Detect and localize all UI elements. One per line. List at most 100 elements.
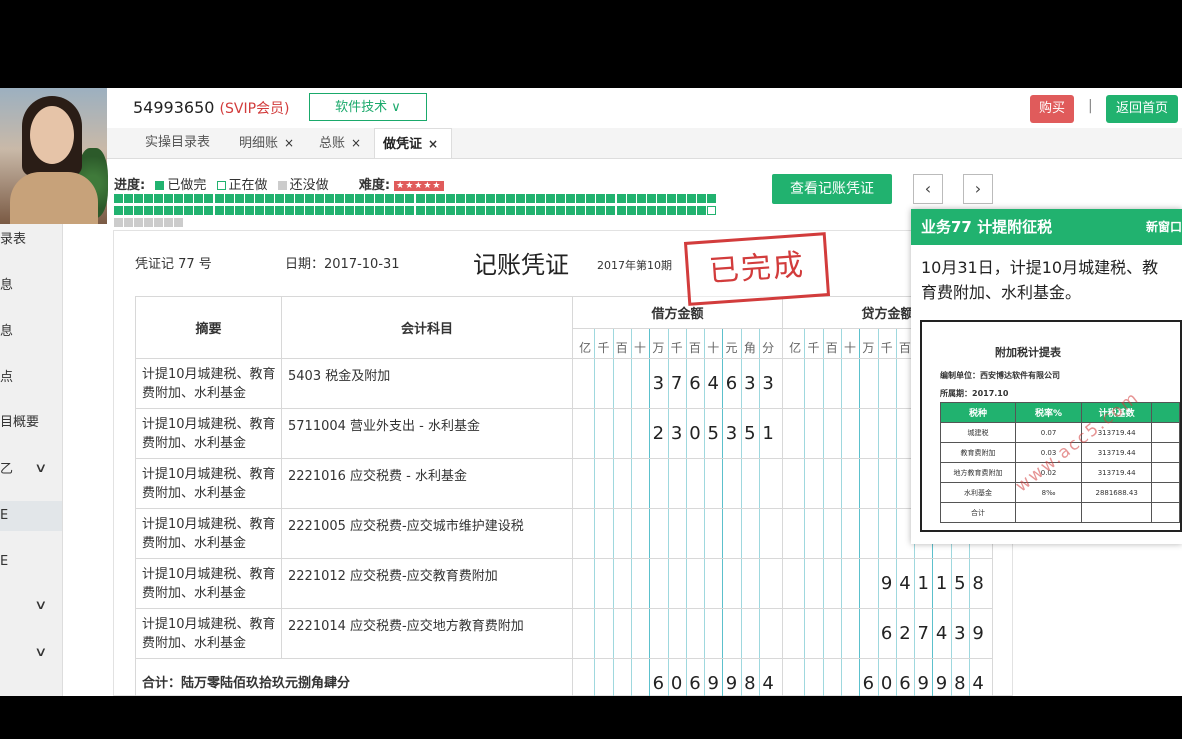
- progress-cell[interactable]: [495, 206, 505, 215]
- progress-cell[interactable]: [425, 194, 435, 203]
- row-summary[interactable]: 计提10月城建税、教育费附加、水利基金: [135, 608, 282, 659]
- progress-cell[interactable]: [294, 194, 304, 203]
- progress-cell[interactable]: [666, 206, 676, 215]
- progress-cell[interactable]: [365, 194, 375, 203]
- tab-detail-ledger[interactable]: 明细账 ×: [239, 128, 294, 158]
- progress-cell[interactable]: [636, 206, 646, 215]
- progress-cell[interactable]: [445, 194, 455, 203]
- progress-cell[interactable]: [304, 206, 314, 215]
- progress-cell[interactable]: [385, 194, 395, 203]
- progress-cell[interactable]: [495, 194, 505, 203]
- row-summary[interactable]: 计提10月城建税、教育费附加、水利基金: [135, 508, 282, 559]
- sidebar-item[interactable]: 目概要: [0, 408, 39, 438]
- progress-cell[interactable]: [174, 218, 184, 227]
- progress-cell[interactable]: [405, 206, 415, 215]
- progress-cell[interactable]: [124, 218, 134, 227]
- close-icon[interactable]: ×: [428, 137, 438, 151]
- progress-cell[interactable]: [315, 194, 324, 203]
- progress-cell[interactable]: [325, 206, 335, 215]
- row-debit[interactable]: [572, 458, 783, 509]
- progress-cell[interactable]: [646, 194, 656, 203]
- progress-cell[interactable]: [445, 206, 455, 215]
- progress-cell[interactable]: [656, 194, 666, 203]
- progress-cell[interactable]: [114, 206, 123, 215]
- progress-cell[interactable]: [566, 194, 576, 203]
- progress-cell[interactable]: [124, 206, 134, 215]
- row-summary[interactable]: 计提10月城建税、教育费附加、水利基金: [135, 358, 282, 409]
- progress-cell[interactable]: [274, 194, 284, 203]
- progress-cell[interactable]: [485, 194, 495, 203]
- progress-cell[interactable]: [114, 194, 123, 203]
- row-account[interactable]: 2221016 应交税费 - 水利基金: [281, 458, 573, 509]
- progress-cell[interactable]: [154, 194, 164, 203]
- chevron-down-icon[interactable]: ∨: [34, 461, 47, 476]
- progress-cell[interactable]: [505, 194, 515, 203]
- progress-cell[interactable]: [204, 206, 214, 215]
- software-tech-dropdown[interactable]: 软件技术 ∨: [309, 93, 427, 121]
- sidebar-item[interactable]: 录表: [0, 225, 26, 255]
- progress-cell[interactable]: [546, 206, 556, 215]
- progress-cell[interactable]: [516, 206, 525, 215]
- progress-cell[interactable]: [244, 206, 254, 215]
- progress-cell[interactable]: [144, 194, 154, 203]
- progress-cell[interactable]: [485, 206, 495, 215]
- progress-cell[interactable]: [144, 218, 154, 227]
- close-icon[interactable]: ×: [284, 136, 294, 150]
- progress-cell[interactable]: [234, 206, 244, 215]
- progress-cell[interactable]: [234, 194, 244, 203]
- progress-cell[interactable]: [706, 206, 716, 215]
- progress-cell[interactable]: [516, 194, 525, 203]
- row-account[interactable]: 2221012 应交税费-应交教育费附加: [281, 558, 573, 609]
- progress-cell[interactable]: [214, 206, 224, 215]
- progress-cell[interactable]: [335, 194, 345, 203]
- sidebar-item[interactable]: 乙: [0, 455, 13, 485]
- progress-cell[interactable]: [706, 194, 716, 203]
- view-voucher-button[interactable]: 查看记账凭证: [772, 174, 892, 204]
- progress-cell[interactable]: [244, 194, 254, 203]
- row-summary[interactable]: 计提10月城建税、教育费附加、水利基金: [135, 458, 282, 509]
- progress-cell[interactable]: [526, 206, 536, 215]
- buy-button[interactable]: 购买: [1030, 95, 1074, 123]
- progress-cell[interactable]: [465, 206, 475, 215]
- row-debit[interactable]: [572, 558, 783, 609]
- row-debit[interactable]: [572, 508, 783, 559]
- sidebar-item[interactable]: E: [0, 547, 8, 577]
- progress-cell[interactable]: [586, 206, 596, 215]
- row-account[interactable]: 5711004 营业外支出 - 水利基金: [281, 408, 573, 459]
- progress-cell[interactable]: [164, 194, 174, 203]
- progress-cell[interactable]: [646, 206, 656, 215]
- progress-cell[interactable]: [606, 206, 616, 215]
- progress-cell[interactable]: [475, 194, 485, 203]
- progress-cell[interactable]: [536, 206, 546, 215]
- progress-cell[interactable]: [546, 194, 556, 203]
- progress-cell[interactable]: [606, 194, 616, 203]
- progress-cell[interactable]: [455, 194, 465, 203]
- voucher-row[interactable]: 计提10月城建税、教育费附加、水利基金 2221014 应交税费-应交地方教育费附…: [135, 608, 993, 659]
- progress-cell[interactable]: [626, 206, 636, 215]
- progress-cell[interactable]: [596, 194, 606, 203]
- progress-cell[interactable]: [184, 194, 194, 203]
- progress-cell[interactable]: [355, 206, 365, 215]
- progress-cell[interactable]: [144, 206, 154, 215]
- progress-cell[interactable]: [174, 194, 184, 203]
- progress-cell[interactable]: [656, 206, 666, 215]
- progress-cell[interactable]: [696, 206, 706, 215]
- progress-cell[interactable]: [355, 194, 365, 203]
- progress-cell[interactable]: [264, 194, 274, 203]
- progress-cell[interactable]: [526, 194, 536, 203]
- voucher-row[interactable]: 计提10月城建税、教育费附加、水利基金 5403 税金及附加 3 7 6 4 6 3 3: [135, 358, 993, 409]
- next-button[interactable]: ›: [963, 174, 993, 204]
- progress-cell[interactable]: [154, 218, 164, 227]
- chevron-down-icon[interactable]: ∨: [34, 645, 47, 660]
- new-window-link[interactable]: 新窗口: [1146, 209, 1182, 245]
- progress-cell[interactable]: [616, 194, 626, 203]
- progress-cell[interactable]: [586, 194, 596, 203]
- progress-cell[interactable]: [415, 206, 425, 215]
- row-account[interactable]: 5403 税金及附加: [281, 358, 573, 409]
- progress-cell[interactable]: [184, 206, 194, 215]
- progress-cell[interactable]: [164, 218, 174, 227]
- voucher-row[interactable]: 计提10月城建税、教育费附加、水利基金 2221012 应交税费-应交教育费附加 9…: [135, 558, 993, 609]
- voucher-row[interactable]: 计提10月城建税、教育费附加、水利基金 2221005 应交税费-应交城市维护建设…: [135, 508, 993, 559]
- progress-cell[interactable]: [405, 194, 415, 203]
- row-account[interactable]: 2221014 应交税费-应交地方教育费附加: [281, 608, 573, 659]
